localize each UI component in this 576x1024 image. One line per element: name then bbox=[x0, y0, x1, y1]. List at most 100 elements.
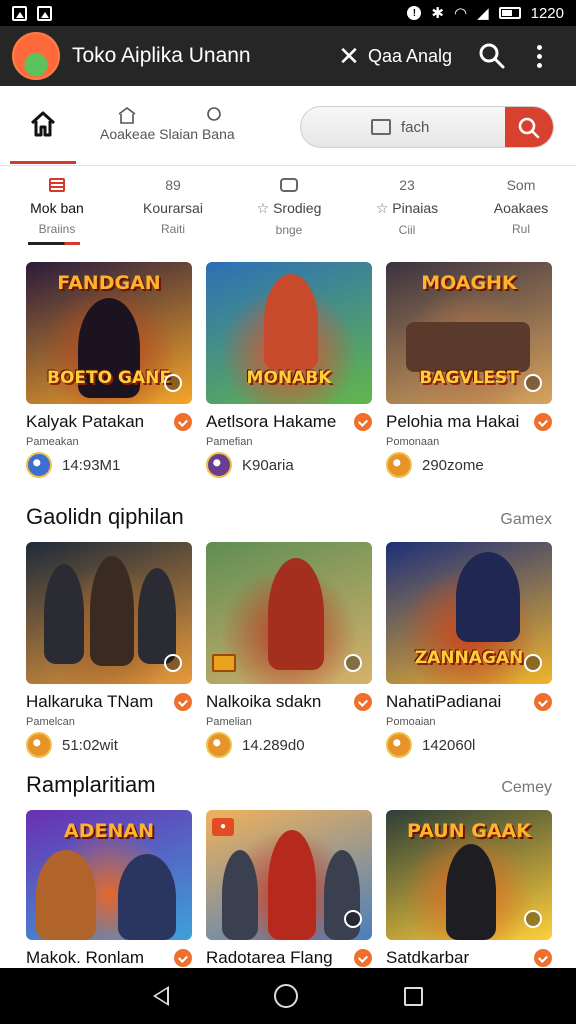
game-thumbnail[interactable]: ADENAN bbox=[26, 810, 192, 940]
app-bar: Toko Aiplika Unann ✕ Qaa Analg bbox=[0, 26, 576, 86]
download-icon[interactable] bbox=[174, 413, 192, 431]
download-icon[interactable] bbox=[534, 693, 552, 711]
game-title: Aetlsora Hakame bbox=[206, 412, 337, 431]
game-card[interactable]: Halkaruka TNam Pamelcan 51:02wit bbox=[26, 542, 192, 758]
section-header: Ramplaritiam Cemey bbox=[26, 772, 552, 798]
game-thumbnail[interactable] bbox=[26, 542, 192, 684]
game-title: Satdkarbar bbox=[386, 948, 470, 967]
home-tab[interactable] bbox=[10, 86, 76, 164]
star-icon: ☆ bbox=[375, 200, 389, 216]
search-icon[interactable] bbox=[474, 38, 510, 74]
battery-icon bbox=[498, 7, 521, 19]
game-thumbnail[interactable] bbox=[206, 542, 372, 684]
download-icon[interactable] bbox=[534, 949, 552, 967]
nav-tab-apps[interactable]: Aoakeae Slaian Bana bbox=[100, 106, 260, 156]
game-card[interactable]: MOAGHK BAGVLEST Pelohia ma Hakai Pomonaa… bbox=[386, 262, 552, 478]
developer-avatar bbox=[386, 732, 412, 758]
search-icon bbox=[518, 117, 540, 139]
status-time: 1220 bbox=[530, 4, 564, 22]
game-developer: Pomonaan bbox=[386, 436, 440, 448]
photo-notification-icon bbox=[37, 5, 52, 21]
play-icon bbox=[164, 374, 182, 392]
search-input[interactable]: fach bbox=[401, 119, 511, 136]
game-thumbnail[interactable]: PAUN GAAK bbox=[386, 810, 552, 940]
game-grid: Halkaruka TNam Pamelcan 51:02wit Nalkoik… bbox=[26, 542, 552, 758]
category-item[interactable]: Mok ban Braiins bbox=[2, 174, 112, 236]
section-more-link[interactable]: Gamex bbox=[500, 511, 552, 529]
more-options-icon[interactable] bbox=[524, 44, 554, 68]
category-name: ☆ Pinaias bbox=[375, 200, 439, 216]
play-icon bbox=[524, 910, 542, 928]
category-badge-icon bbox=[212, 654, 236, 672]
play-icon bbox=[344, 910, 362, 928]
category-item[interactable]: 23 ☆ Pinaias Ciil bbox=[352, 174, 462, 237]
developer-avatar bbox=[26, 452, 52, 478]
gamepad-icon bbox=[280, 178, 298, 192]
game-developer: Pomoaian bbox=[386, 716, 436, 728]
category-item[interactable]: Som Aoakaes Rul bbox=[466, 174, 576, 236]
game-thumbnail[interactable]: MONABK bbox=[206, 262, 372, 404]
search-outline-icon bbox=[207, 107, 221, 121]
language-selector[interactable]: Qaa Analg bbox=[368, 46, 468, 67]
download-icon[interactable] bbox=[354, 949, 372, 967]
download-icon[interactable] bbox=[534, 413, 552, 431]
search-box[interactable]: fach bbox=[300, 106, 554, 148]
section-more-link[interactable]: Cemey bbox=[501, 779, 552, 797]
game-developer: Pamelcan bbox=[26, 716, 75, 728]
nav-tab-label: Aoakeae Slaian Bana bbox=[100, 126, 235, 142]
section-title: Gaolidn qiphilan bbox=[26, 504, 184, 529]
game-thumbnail[interactable]: ZANNAGAN bbox=[386, 542, 552, 684]
developer-avatar bbox=[26, 732, 52, 758]
back-icon[interactable] bbox=[152, 986, 169, 1006]
game-title: Nalkoika sdakn bbox=[206, 692, 322, 711]
home-circle-icon[interactable] bbox=[274, 984, 299, 1008]
search-button[interactable] bbox=[505, 107, 553, 147]
download-icon[interactable] bbox=[174, 693, 192, 711]
game-card[interactable]: PAUN GAAK Satdkarbar bbox=[386, 810, 552, 968]
game-grid: FANDGAN BOETO GANE Kalyak Patakan Pameak… bbox=[26, 262, 552, 478]
game-card[interactable]: Nalkoika sdakn Pamelian 14.289d0 bbox=[206, 542, 372, 758]
game-title: Kalyak Patakan bbox=[26, 412, 145, 431]
download-icon[interactable] bbox=[174, 949, 192, 967]
status-bar: ! ✱ ◠ ◢ 1220 bbox=[0, 0, 576, 26]
system-nav-bar bbox=[0, 968, 576, 1024]
category-name: ☆ Srodieg bbox=[256, 200, 322, 216]
star-icon: ☆ bbox=[256, 200, 270, 216]
play-icon bbox=[524, 374, 542, 392]
app-logo[interactable] bbox=[12, 32, 60, 80]
alarm-icon: ! bbox=[407, 6, 422, 20]
game-stat: 290zome bbox=[422, 456, 484, 474]
game-title: Pelohia ma Hakai bbox=[386, 412, 520, 431]
game-developer: Pamefian bbox=[206, 436, 253, 448]
game-card[interactable]: ADENAN Makok. Ronlam bbox=[26, 810, 192, 968]
game-thumbnail[interactable]: FANDGAN BOETO GANE bbox=[26, 262, 192, 404]
list-icon bbox=[49, 178, 65, 192]
game-thumbnail[interactable]: ● bbox=[206, 810, 372, 940]
game-stat: K90aria bbox=[242, 456, 294, 474]
close-icon[interactable]: ✕ bbox=[336, 41, 362, 72]
game-title: Makok. Ronlam bbox=[26, 948, 145, 967]
section-title: Ramplaritiam bbox=[26, 772, 156, 797]
developer-avatar bbox=[206, 452, 232, 478]
home-icon bbox=[30, 111, 56, 136]
category-item[interactable]: 89 Kourarsai Raiti bbox=[118, 174, 228, 236]
category-item[interactable]: ☆ Srodieg bnge bbox=[234, 174, 344, 237]
developer-avatar bbox=[386, 452, 412, 478]
recent-apps-icon[interactable] bbox=[404, 986, 424, 1006]
game-thumbnail[interactable]: MOAGHK BAGVLEST bbox=[386, 262, 552, 404]
play-icon bbox=[164, 654, 182, 672]
play-icon bbox=[344, 654, 362, 672]
game-card[interactable]: ● Radotarea Flang bbox=[206, 810, 372, 968]
game-title: Radotarea Flang bbox=[206, 948, 333, 967]
play-icon bbox=[524, 654, 542, 672]
download-icon[interactable] bbox=[354, 693, 372, 711]
game-grid: ADENAN Makok. Ronlam ● Radotarea Flang P… bbox=[26, 810, 552, 968]
hot-badge-icon: ● bbox=[212, 818, 234, 836]
game-stat: 142060l bbox=[422, 736, 476, 754]
game-card[interactable]: FANDGAN BOETO GANE Kalyak Patakan Pameak… bbox=[26, 262, 192, 478]
game-card[interactable]: MONABK Aetlsora Hakame Pamefian K90aria bbox=[206, 262, 372, 478]
download-icon[interactable] bbox=[354, 413, 372, 431]
game-card[interactable]: ZANNAGAN NahatiPadianai Pomoaian 142060l bbox=[386, 542, 552, 758]
image-search-icon bbox=[371, 119, 391, 135]
app-title: Toko Aiplika Unann bbox=[72, 44, 251, 67]
